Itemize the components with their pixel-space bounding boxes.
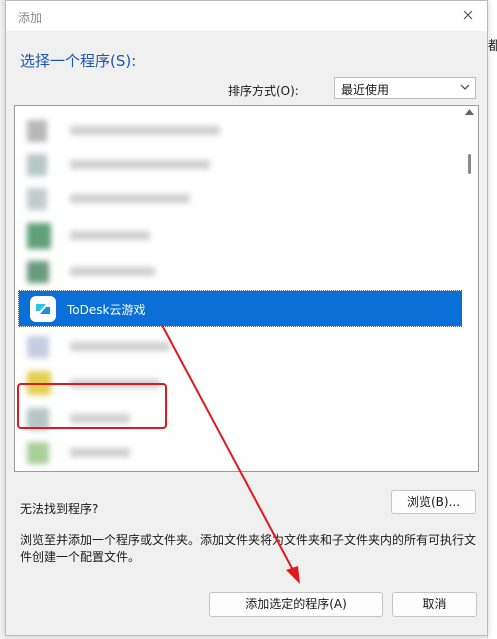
list-item-todesk[interactable]: ToDesk云游戏 [18,290,465,327]
todesk-icon [30,296,56,322]
description-text: 浏览至并添加一个程序或文件夹。添加文件夹将为文件夹和子文件夹内的所有可执行文件创… [20,533,477,564]
list-item[interactable] [15,146,455,183]
sort-dropdown[interactable]: 最近使用 [334,77,476,99]
browse-button[interactable]: 浏览(B)... [391,490,476,514]
list-item[interactable] [15,217,455,254]
program-list[interactable]: ToDesk云游戏 [14,105,479,472]
cancel-button[interactable]: 取消 [392,592,477,617]
list-scrollbar[interactable] [462,106,478,471]
program-name: ToDesk云游戏 [67,303,146,317]
select-program-heading: 选择一个程序(S): [20,52,137,70]
sort-label: 排序方式(O): [228,84,299,98]
close-button[interactable] [457,6,479,26]
titlebar: 添加 [6,1,487,31]
scroll-thumb[interactable] [468,154,471,174]
chevron-down-icon [460,80,470,97]
list-item[interactable] [15,434,455,471]
scroll-up-icon[interactable] [465,108,474,117]
annotation-highlight-box [17,383,167,429]
not-found-label: 无法找到程序? [20,502,99,516]
add-selected-program-button[interactable]: 添加选定的程序(A) [209,592,383,617]
sort-value: 最近使用 [341,83,390,97]
list-item[interactable] [15,112,455,149]
background-window-edge: 都 [487,0,497,639]
add-program-dialog: 添加 选择一个程序(S): 排序方式(O): 最近使用 ToDesk云游戏 无法… [5,0,488,636]
list-item[interactable] [15,328,455,365]
close-icon [463,10,473,20]
dialog-title: 添加 [18,11,43,25]
list-item[interactable] [15,253,455,290]
list-item[interactable] [15,180,455,217]
background-text: 都 [488,39,497,54]
